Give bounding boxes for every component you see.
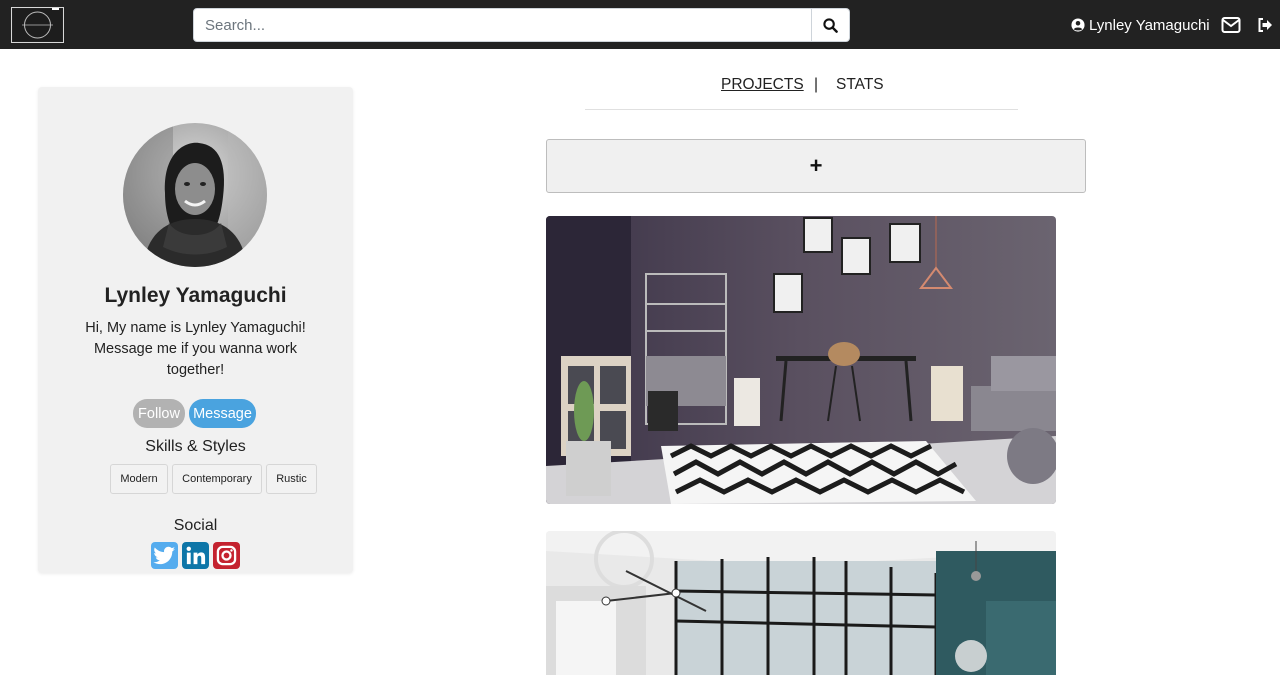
message-button[interactable]: Message xyxy=(189,399,256,428)
user-name: Lynley Yamaguchi xyxy=(1089,16,1210,34)
logout-button[interactable] xyxy=(1257,16,1273,34)
skill-tag-contemporary[interactable]: Contemporary xyxy=(172,464,262,494)
skill-tag-modern[interactable]: Modern xyxy=(110,464,168,494)
avatar xyxy=(123,123,267,267)
project-image xyxy=(546,216,1056,504)
logo[interactable] xyxy=(11,7,64,43)
twitter-icon[interactable] xyxy=(151,542,178,569)
tab-stats[interactable]: STATS xyxy=(836,76,884,94)
content-tabs: PROJECTS | STATS xyxy=(585,75,1018,110)
linkedin-icon[interactable] xyxy=(182,542,209,569)
project-card[interactable] xyxy=(546,216,1056,504)
user-profile-link[interactable]: Lynley Yamaguchi xyxy=(1071,16,1210,34)
profile-card: Lynley Yamaguchi Hi, My name is Lynley Y… xyxy=(38,87,353,573)
plus-icon: + xyxy=(809,153,823,178)
add-project-button[interactable]: + xyxy=(546,139,1086,193)
messages-button[interactable] xyxy=(1221,16,1241,34)
tab-projects[interactable]: PROJECTS xyxy=(721,76,804,94)
search-button[interactable] xyxy=(812,8,850,42)
top-navbar: Lynley Yamaguchi xyxy=(0,0,1280,49)
user-circle-icon xyxy=(1071,18,1085,32)
envelope-icon xyxy=(1221,17,1241,33)
project-image xyxy=(546,531,1056,675)
skill-tag-rustic[interactable]: Rustic xyxy=(266,464,317,494)
skills-heading: Skills & Styles xyxy=(145,438,246,455)
profile-bio: Hi, My name is Lynley Yamaguchi! Message… xyxy=(85,320,306,378)
follow-button[interactable]: Follow xyxy=(133,399,185,428)
search-input[interactable] xyxy=(193,8,812,42)
search-icon xyxy=(823,17,838,33)
instagram-icon[interactable] xyxy=(213,542,240,569)
social-heading: Social xyxy=(173,517,218,534)
profile-name: Lynley Yamaguchi xyxy=(104,284,287,307)
sign-out-icon xyxy=(1258,18,1272,32)
project-card[interactable] xyxy=(546,531,1056,675)
tab-separator: | xyxy=(814,76,819,93)
